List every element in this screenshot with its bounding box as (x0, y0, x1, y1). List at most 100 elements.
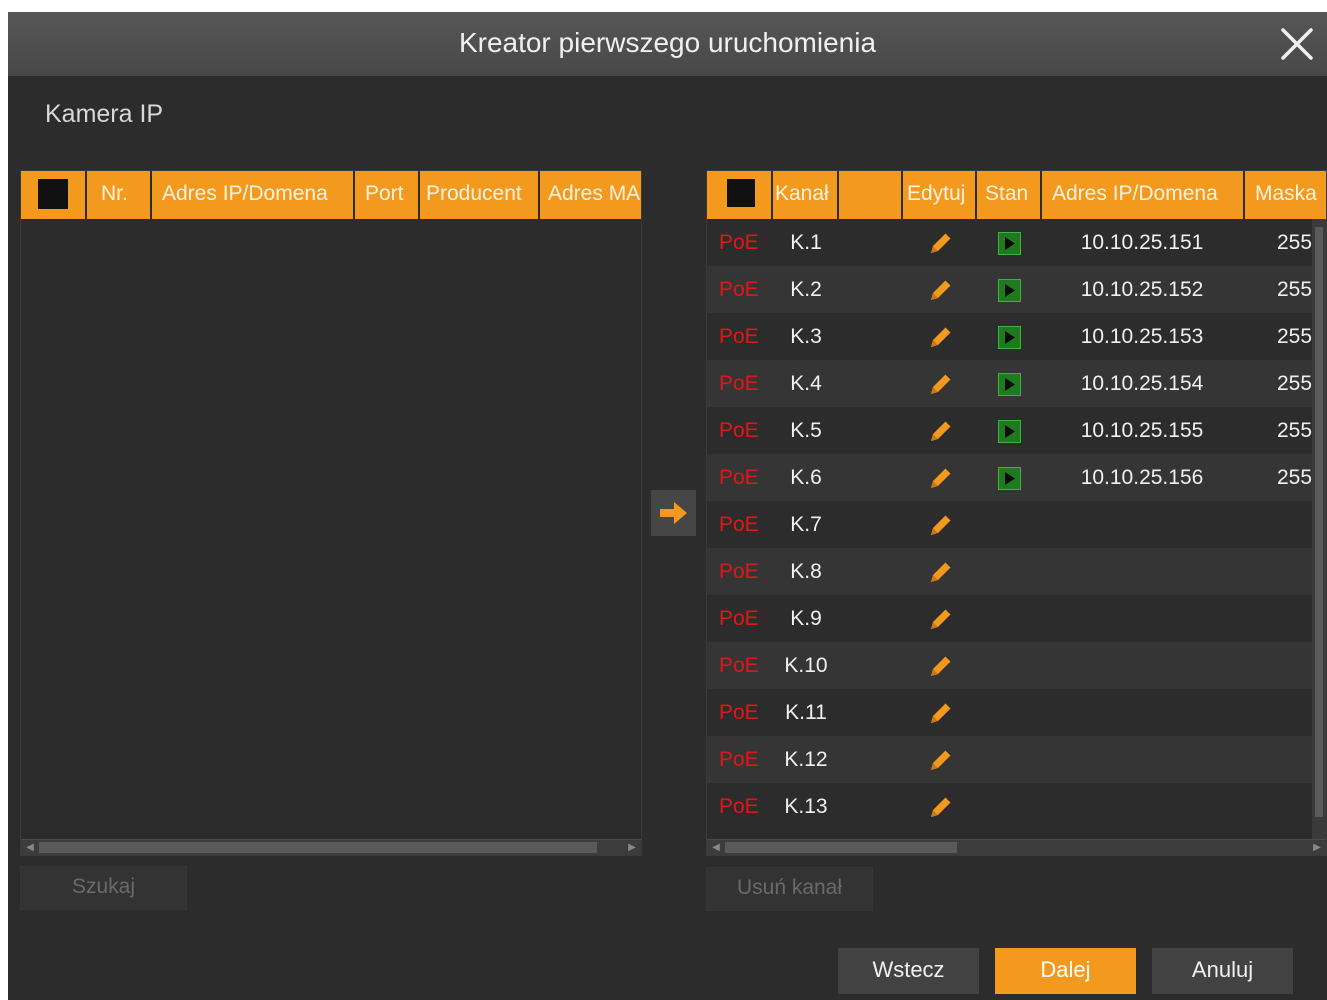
select-all-cell (21, 171, 85, 219)
table-row[interactable]: PoE K.2 10.10.25.152 255 (707, 266, 1313, 313)
pencil-icon[interactable] (927, 276, 955, 304)
poe-label: PoE (719, 795, 759, 818)
horizontal-scrollbar[interactable]: ◀ ▶ (21, 839, 641, 855)
pencil-icon[interactable] (927, 464, 955, 492)
channel-label: K.2 (790, 278, 822, 301)
pencil-icon[interactable] (927, 323, 955, 351)
back-button[interactable]: Wstecz (838, 948, 979, 994)
pencil-icon[interactable] (927, 605, 955, 633)
search-results-table: Nr. Adres IP/Domena Port Producent Adres… (20, 170, 642, 856)
table-row[interactable]: PoE K.7 (707, 501, 1313, 548)
pencil-icon[interactable] (927, 229, 955, 257)
close-icon[interactable] (1277, 24, 1317, 64)
ip-address: 10.10.25.153 (1080, 325, 1204, 348)
subnet-mask: 255 (1277, 231, 1313, 254)
scrollbar-thumb[interactable] (1315, 227, 1323, 817)
table-row[interactable]: PoE K.10 (707, 642, 1313, 689)
poe-label: PoE (719, 372, 759, 395)
table-header: Nr. Adres IP/Domena Port Producent Adres… (21, 171, 641, 219)
scrollbar-thumb[interactable] (725, 842, 957, 853)
subnet-mask: 255 (1277, 278, 1313, 301)
scroll-right-icon[interactable]: ▶ (1310, 840, 1324, 855)
table-row[interactable]: PoE K.9 (707, 595, 1313, 642)
play-icon[interactable] (998, 279, 1021, 302)
add-to-channels-button[interactable] (651, 490, 696, 536)
table-row[interactable]: PoE K.3 10.10.25.153 255 (707, 313, 1313, 360)
channels-table: Kanał Edytuj Stan Adres IP/Domena Maska … (706, 170, 1327, 856)
table-row[interactable]: PoE K.5 10.10.25.155 255 (707, 407, 1313, 454)
pencil-icon[interactable] (927, 558, 955, 586)
arrow-right-icon (660, 502, 687, 524)
select-all-checkbox[interactable] (727, 179, 755, 207)
column-mac-address[interactable]: Adres MA (540, 171, 641, 219)
poe-label: PoE (719, 278, 759, 301)
channel-label: K.5 (790, 419, 822, 442)
scrollbar-thumb[interactable] (39, 842, 597, 853)
column-ip-domain[interactable]: Adres IP/Domena (152, 171, 353, 219)
play-icon[interactable] (998, 232, 1021, 255)
vertical-scrollbar[interactable] (1312, 219, 1326, 839)
column-ip-domain[interactable]: Adres IP/Domena (1042, 171, 1243, 219)
table-row[interactable]: PoE K.1 10.10.25.151 255 (707, 219, 1313, 266)
pencil-icon[interactable] (927, 746, 955, 774)
section-label: Kamera IP (45, 100, 164, 128)
poe-label: PoE (719, 748, 759, 771)
channel-label: K.4 (790, 372, 822, 395)
scroll-left-icon[interactable]: ◀ (23, 840, 37, 855)
poe-label: PoE (719, 513, 759, 536)
poe-label: PoE (719, 466, 759, 489)
channel-label: K.10 (784, 654, 828, 677)
pencil-icon[interactable] (927, 417, 955, 445)
channel-label: K.3 (790, 325, 822, 348)
search-button[interactable]: Szukaj (20, 866, 187, 910)
channel-label: K.13 (784, 795, 828, 818)
column-edit[interactable]: Edytuj (903, 171, 975, 219)
table-header: Kanał Edytuj Stan Adres IP/Domena Maska (707, 171, 1326, 219)
subnet-mask: 255 (1277, 372, 1313, 395)
play-icon[interactable] (998, 373, 1021, 396)
pencil-icon[interactable] (927, 511, 955, 539)
column-blank[interactable] (839, 171, 901, 219)
dialog-title: Kreator pierwszego uruchomienia (458, 27, 877, 58)
ip-address: 10.10.25.151 (1080, 231, 1204, 254)
table-row[interactable]: PoE K.12 (707, 736, 1313, 783)
play-icon[interactable] (998, 420, 1021, 443)
pencil-icon[interactable] (927, 699, 955, 727)
table-row[interactable]: PoE K.4 10.10.25.154 255 (707, 360, 1313, 407)
play-icon[interactable] (998, 467, 1021, 490)
select-all-checkbox[interactable] (38, 179, 68, 209)
poe-label: PoE (719, 607, 759, 630)
select-all-cell (707, 171, 771, 219)
next-button[interactable]: Dalej (995, 948, 1136, 994)
column-channel[interactable]: Kanał (773, 171, 837, 219)
cancel-button[interactable]: Anuluj (1152, 948, 1293, 994)
poe-label: PoE (719, 419, 759, 442)
horizontal-scrollbar[interactable]: ◀ ▶ (707, 839, 1326, 855)
pencil-icon[interactable] (927, 370, 955, 398)
column-producer[interactable]: Producent (420, 171, 538, 219)
scroll-left-icon[interactable]: ◀ (709, 840, 723, 855)
ip-address: 10.10.25.152 (1080, 278, 1204, 301)
subnet-mask: 255 (1277, 325, 1313, 348)
table-row[interactable]: PoE K.13 (707, 783, 1313, 830)
title-bar: Kreator pierwszego uruchomienia (8, 12, 1327, 76)
table-row[interactable]: PoE K.6 10.10.25.156 255 (707, 454, 1313, 501)
column-port[interactable]: Port (355, 171, 418, 219)
poe-label: PoE (719, 560, 759, 583)
play-icon[interactable] (998, 326, 1021, 349)
poe-label: PoE (719, 231, 759, 254)
ip-address: 10.10.25.155 (1080, 419, 1204, 442)
table-row[interactable]: PoE K.8 (707, 548, 1313, 595)
pencil-icon[interactable] (927, 652, 955, 680)
channel-label: K.1 (790, 231, 822, 254)
pencil-icon[interactable] (927, 793, 955, 821)
remove-channel-button[interactable]: Usuń kanał (706, 867, 873, 911)
scroll-right-icon[interactable]: ▶ (625, 840, 639, 855)
wizard-dialog: Kreator pierwszego uruchomienia Kamera I… (8, 12, 1327, 1000)
column-status[interactable]: Stan (977, 171, 1040, 219)
table-row[interactable]: PoE K.11 (707, 689, 1313, 736)
channel-label: K.7 (790, 513, 822, 536)
column-nr[interactable]: Nr. (87, 171, 150, 219)
column-mask[interactable]: Maska (1245, 171, 1326, 219)
poe-label: PoE (719, 701, 759, 724)
